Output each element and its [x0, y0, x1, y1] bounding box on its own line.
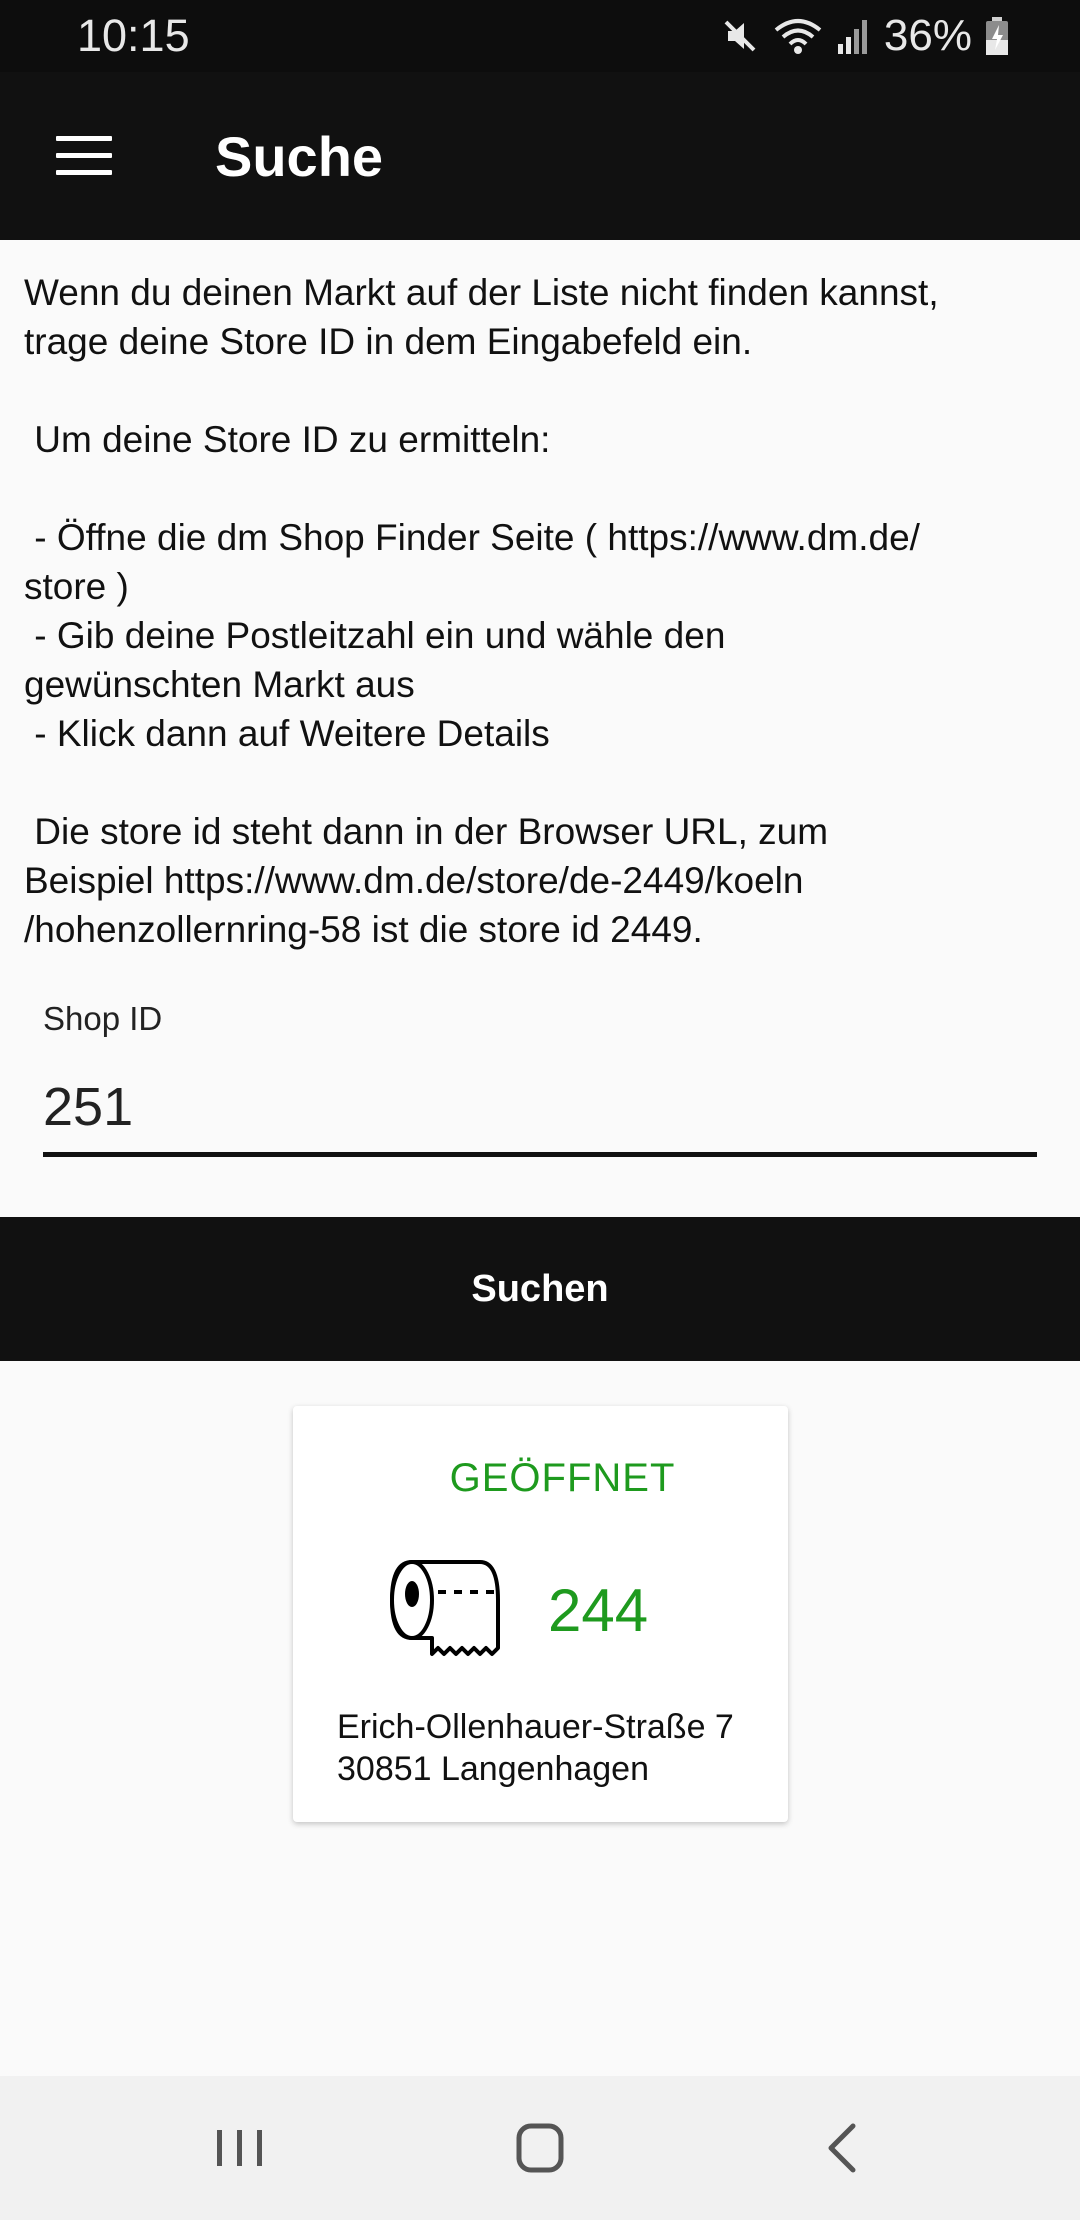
instructions-blank-line [24, 464, 1064, 513]
instructions-line: gewünschten Markt aus [24, 664, 415, 705]
instructions-line: - Klick dann auf Weitere Details [24, 713, 550, 754]
status-time: 10:15 [77, 10, 190, 61]
instructions-line: store ) [24, 566, 129, 607]
instructions-text: Wenn du deinen Markt auf der Liste nicht… [24, 268, 1064, 954]
signal-icon [837, 20, 867, 54]
instructions-line: Die store id steht dann in der Browser U… [24, 811, 829, 852]
address-street: Erich-Ollenhauer-Straße 7 [337, 1708, 734, 1746]
app-bar: Suche [0, 72, 1080, 240]
back-icon[interactable] [798, 2112, 888, 2184]
hamburger-menu-icon[interactable] [40, 116, 128, 196]
shop-address: Erich-Ollenhauer-Straße 7 30851 Langenha… [337, 1706, 734, 1790]
system-nav-bar [0, 2076, 1080, 2220]
shop-id-label: Shop ID [43, 1000, 163, 1037]
page-title: Suche [215, 125, 384, 188]
status-icons: 36% [720, 10, 1010, 62]
wifi-icon [774, 19, 822, 54]
instructions-line: Wenn du deinen Markt auf der Liste nicht… [24, 272, 939, 313]
mute-icon [724, 20, 756, 52]
instructions-line: Beispiel https://www.dm.de/store/de-2449… [24, 860, 804, 901]
recent-apps-icon[interactable] [195, 2112, 285, 2184]
instructions-line: - Öffne die dm Shop Finder Seite ( https… [24, 517, 920, 558]
battery-percent: 36% [883, 11, 972, 60]
open-status: GEÖFFNET [449, 1456, 676, 1500]
instructions-blank-line [24, 758, 1064, 807]
toilet-paper-icon [390, 1560, 500, 1656]
instructions-line: trage deine Store ID in dem Eingabefeld … [24, 321, 753, 362]
shop-id-input[interactable] [43, 1062, 1037, 1157]
stock-count: 244 [548, 1577, 649, 1644]
status-bar: 10:15 36% [0, 0, 1080, 72]
home-icon[interactable] [495, 2112, 585, 2184]
instructions-line: /hohenzollernring-58 ist die store id 24… [24, 909, 703, 950]
instructions-line: - Gib deine Postleitzahl ein und wähle d… [24, 615, 726, 656]
instructions-blank-line [24, 366, 1064, 415]
instructions-line: Um deine Store ID zu ermitteln: [24, 419, 551, 460]
battery-charging-icon [986, 17, 1008, 55]
address-city: 30851 Langenhagen [337, 1750, 649, 1788]
shop-result-card[interactable]: GEÖFFNET 244 Erich-Ollenhauer-Straße 7 3… [293, 1406, 788, 1822]
search-button[interactable]: Suchen [0, 1217, 1080, 1361]
